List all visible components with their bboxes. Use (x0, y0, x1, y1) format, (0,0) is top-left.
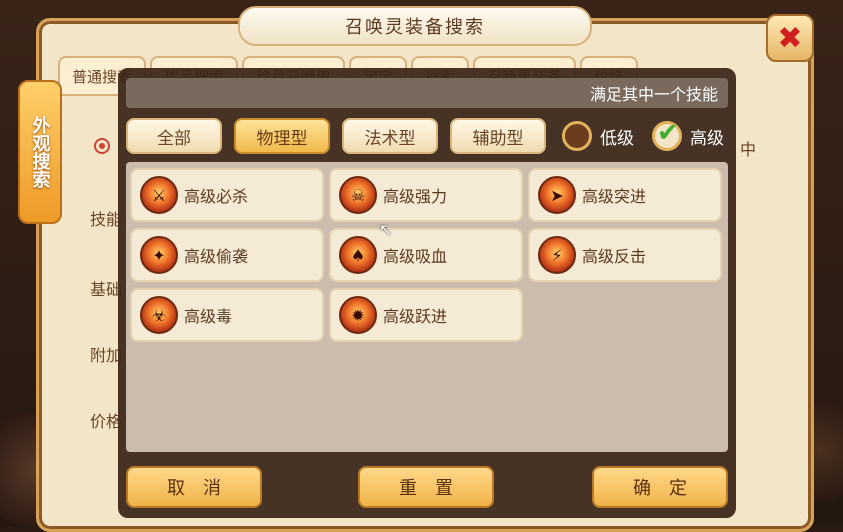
leap-icon: ✹ (339, 296, 377, 334)
dash-icon: ➤ (538, 176, 576, 214)
skill-item[interactable]: ☠ 高级强力 (329, 168, 523, 222)
skill-name: 高级必杀 (184, 187, 249, 206)
modal-header: 满足其中一个技能 (126, 78, 728, 108)
skill-list-panel: ⚔ 高级必杀 ☠ 高级强力 ➤ 高级突进 ✦ 高级偷袭 ♠ 高级吸血 ⚡ 高级反… (126, 162, 728, 452)
skill-item[interactable]: ⚔ 高级必杀 (130, 168, 324, 222)
skill-item[interactable]: ➤ 高级突进 (528, 168, 722, 222)
skill-item[interactable]: ✦ 高级偷袭 (130, 228, 324, 282)
unchecked-circle-icon[interactable] (562, 121, 592, 151)
poison-icon: ☣ (140, 296, 178, 334)
filter-all-button[interactable]: 全部 (126, 118, 222, 154)
window-title: 召唤灵装备搜索 (238, 6, 592, 46)
skill-name: 高级反击 (582, 247, 647, 266)
skill-name: 高级突进 (582, 187, 647, 206)
confirm-button[interactable]: 确定 (592, 466, 728, 508)
filter-physical-button[interactable]: 物理型 (234, 118, 330, 154)
skill-item[interactable]: ☣ 高级毒 (130, 288, 324, 342)
cancel-button[interactable]: 取消 (126, 466, 262, 508)
mouse-cursor-icon: ↖ (379, 220, 393, 239)
level-low-label: 低级 (600, 128, 634, 149)
skill-name: 高级跃进 (383, 307, 448, 326)
modal-header-text: 满足其中一个技能 (589, 85, 718, 104)
radio-icon[interactable] (94, 138, 110, 154)
skill-item[interactable]: ✹ 高级跃进 (329, 288, 523, 342)
skill-filter-modal: 满足其中一个技能 全部 物理型 法术型 辅助型 低级 高级 ⚔ 高级必杀 ☠ 高… (118, 68, 736, 518)
skill-item[interactable]: ⚡ 高级反击 (528, 228, 722, 282)
ambush-icon: ✦ (140, 236, 178, 274)
filter-magic-button[interactable]: 法术型 (342, 118, 438, 154)
skill-name: 高级偷袭 (184, 247, 249, 266)
skill-item[interactable]: ♠ 高级吸血 (329, 228, 523, 282)
skill-name: 高级毒 (184, 307, 233, 326)
bat-icon: ♠ (339, 236, 377, 274)
base-right-text: 中 (740, 140, 757, 159)
slash-icon: ⚔ (140, 176, 178, 214)
filter-support-button[interactable]: 辅助型 (450, 118, 546, 154)
reset-button[interactable]: 重置 (358, 466, 494, 508)
checkmark-icon[interactable] (652, 118, 682, 151)
close-button[interactable]: ✖ (766, 14, 814, 62)
side-tab-appearance-search[interactable]: 外观搜索 (18, 80, 62, 224)
level-high-option[interactable]: 高级 (652, 118, 724, 154)
counter-icon: ⚡ (538, 236, 576, 274)
level-low-option[interactable]: 低级 (562, 118, 634, 154)
level-high-label: 高级 (690, 128, 724, 149)
demon-icon: ☠ (339, 176, 377, 214)
skill-name: 高级强力 (383, 187, 448, 206)
skill-name: 高级吸血 (383, 247, 448, 266)
